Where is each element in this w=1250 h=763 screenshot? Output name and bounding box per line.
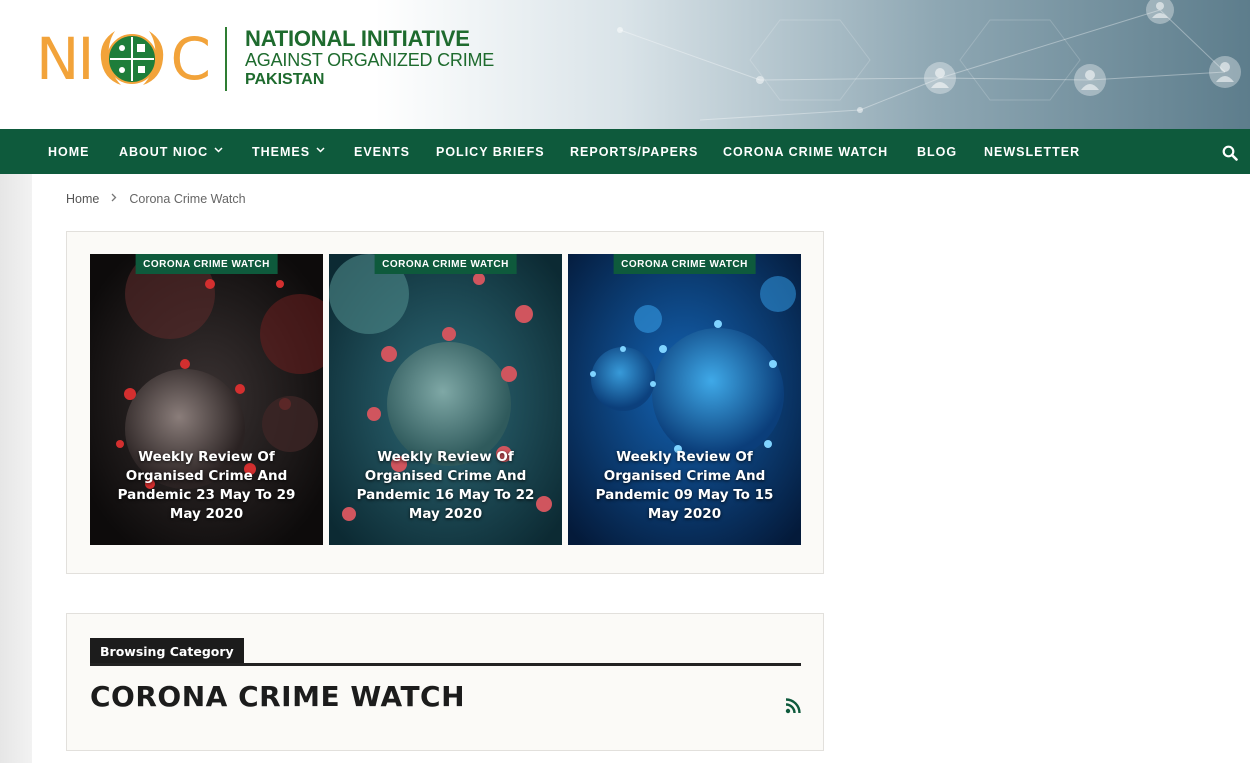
logo-line-3: PAKISTAN <box>245 71 325 88</box>
site-header: NI C NATIONAL INITIATIVE AGAINST ORGANIZ… <box>0 0 1250 129</box>
breadcrumb-current: Corona Crime Watch <box>129 192 246 206</box>
logo-seal-icon <box>100 31 163 85</box>
logo-line-1: NATIONAL INITIATIVE <box>245 26 470 51</box>
logo-mark: NI C <box>36 25 211 93</box>
chevron-down-icon <box>214 145 223 156</box>
breadcrumb-home[interactable]: Home <box>66 192 99 206</box>
nav-item-label: ABOUT NIOC <box>119 144 209 159</box>
breadcrumb: Home Corona Crime Watch <box>66 192 246 206</box>
left-shade <box>0 174 32 763</box>
logo-divider <box>225 27 227 91</box>
rss-icon[interactable] <box>785 698 801 714</box>
nav-item-label: HOME <box>48 144 90 159</box>
nav-item-label: REPORTS/PAPERS <box>570 144 699 159</box>
person-node-icons <box>924 0 1241 96</box>
nav-item-newsletter[interactable]: NEWSLETTER <box>984 129 1080 174</box>
search-icon[interactable] <box>1222 145 1238 161</box>
nav-item-label: NEWSLETTER <box>984 144 1081 159</box>
nav-item-label: POLICY BRIEFS <box>436 144 545 159</box>
card-title[interactable]: Weekly Review Of Organised Crime And Pan… <box>343 448 548 524</box>
nav-item-label: CORONA CRIME WATCH <box>723 144 889 159</box>
category-badge[interactable]: CORONA CRIME WATCH <box>613 254 756 274</box>
nav-item-events[interactable]: EVENTS <box>354 129 410 174</box>
nav-item-blog[interactable]: BLOG <box>917 129 957 174</box>
logo-line-2: AGAINST ORGANIZED CRIME <box>245 50 495 70</box>
main-nav: HOME ABOUT NIOC THEMES EVENTS POLICY BRI… <box>0 129 1250 174</box>
card-title[interactable]: Weekly Review Of Organised Crime And Pan… <box>104 448 309 524</box>
nav-item-reports-papers[interactable]: REPORTS/PAPERS <box>570 129 698 174</box>
browsing-category-label: Browsing Category <box>90 638 244 665</box>
nav-item-home[interactable]: HOME <box>48 129 90 174</box>
chevron-right-icon <box>111 193 117 205</box>
logo-mark-left: NI <box>36 25 94 93</box>
nav-item-label: THEMES <box>252 144 311 159</box>
nav-item-policy-briefs[interactable]: POLICY BRIEFS <box>436 129 545 174</box>
category-badge[interactable]: CORONA CRIME WATCH <box>374 254 517 274</box>
featured-card[interactable]: CORONA CRIME WATCH Weekly Review Of Orga… <box>568 254 801 545</box>
site-logo[interactable]: NI C NATIONAL INITIATIVE AGAINST ORGANIZ… <box>36 24 494 94</box>
nav-item-corona-crime-watch[interactable]: CORONA CRIME WATCH <box>723 129 888 174</box>
featured-slider: CORONA CRIME WATCH Weekly Review Of Orga… <box>66 231 824 574</box>
category-divider <box>90 663 801 666</box>
featured-card[interactable]: CORONA CRIME WATCH Weekly Review Of Orga… <box>90 254 323 545</box>
nav-item-themes[interactable]: THEMES <box>252 129 325 174</box>
chevron-down-icon <box>316 145 325 156</box>
nav-item-label: BLOG <box>917 144 958 159</box>
category-header: Browsing Category CORONA CRIME WATCH <box>66 613 824 751</box>
featured-card[interactable]: CORONA CRIME WATCH Weekly Review Of Orga… <box>329 254 562 545</box>
logo-text: NATIONAL INITIATIVE AGAINST ORGANIZED CR… <box>245 28 494 90</box>
page-title: CORONA CRIME WATCH <box>90 680 466 713</box>
category-badge[interactable]: CORONA CRIME WATCH <box>135 254 278 274</box>
nav-item-about-nioc[interactable]: ABOUT NIOC <box>119 129 223 174</box>
nav-item-label: EVENTS <box>354 144 411 159</box>
logo-mark-right: C <box>170 25 211 93</box>
card-title[interactable]: Weekly Review Of Organised Crime And Pan… <box>582 448 787 524</box>
